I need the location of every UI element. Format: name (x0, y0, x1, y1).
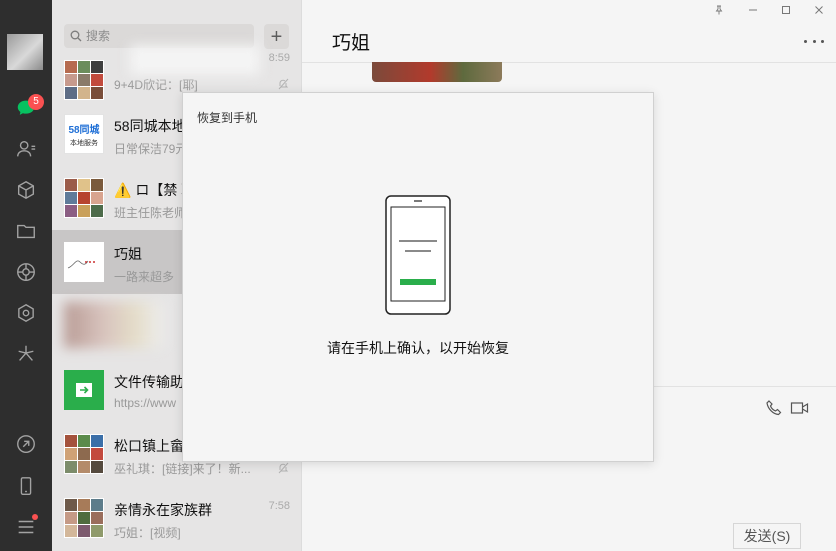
contacts-icon[interactable] (14, 137, 38, 161)
search-spark-icon[interactable] (14, 342, 38, 366)
video-call-icon[interactable] (790, 398, 810, 418)
search-input[interactable] (86, 29, 246, 43)
unread-badge: 5 (28, 94, 44, 110)
moments-icon[interactable] (14, 260, 38, 284)
avatar[interactable] (7, 34, 43, 70)
group-avatar (64, 434, 104, 474)
contact-avatar (64, 242, 104, 282)
list-item[interactable]: 亲情永在家族群 巧姐：[视频] 7:58 (52, 486, 301, 550)
search-icon (70, 30, 82, 42)
blurred-avatar (64, 302, 164, 348)
more-icon[interactable] (804, 36, 824, 46)
link-icon[interactable] (14, 432, 38, 456)
send-button[interactable]: 发送(S) (733, 523, 801, 549)
group-avatar (64, 498, 104, 538)
dialog-title: 恢复到手机 (197, 111, 258, 125)
chat-title: 巧姐 (332, 33, 371, 54)
pin-window-icon[interactable] (710, 4, 728, 20)
image-message[interactable] (372, 62, 502, 82)
voice-call-icon[interactable] (764, 398, 784, 418)
blurred-name (130, 45, 260, 75)
file-transfer-icon (64, 370, 104, 410)
folder-icon[interactable] (14, 219, 38, 243)
dialog-message: 请在手机上确认，以开始恢复 (327, 340, 509, 356)
logo-58: 58同城 本地服务 (64, 114, 104, 154)
group-avatar (64, 178, 104, 218)
mute-icon (278, 78, 289, 90)
mini-program-icon[interactable] (14, 301, 38, 325)
phone-icon[interactable] (14, 474, 38, 498)
minimize-icon[interactable] (744, 4, 762, 20)
navigation-rail: 5 (0, 0, 52, 551)
phone-illustration-icon (385, 195, 451, 315)
notification-dot (32, 514, 38, 520)
cube-icon[interactable] (14, 178, 38, 202)
mute-icon (278, 462, 289, 474)
group-avatar (64, 60, 104, 100)
maximize-icon[interactable] (777, 4, 795, 20)
restore-to-phone-dialog: 恢复到手机 请在手机上确认，以开始恢复 (182, 92, 654, 462)
close-icon[interactable] (810, 4, 828, 20)
